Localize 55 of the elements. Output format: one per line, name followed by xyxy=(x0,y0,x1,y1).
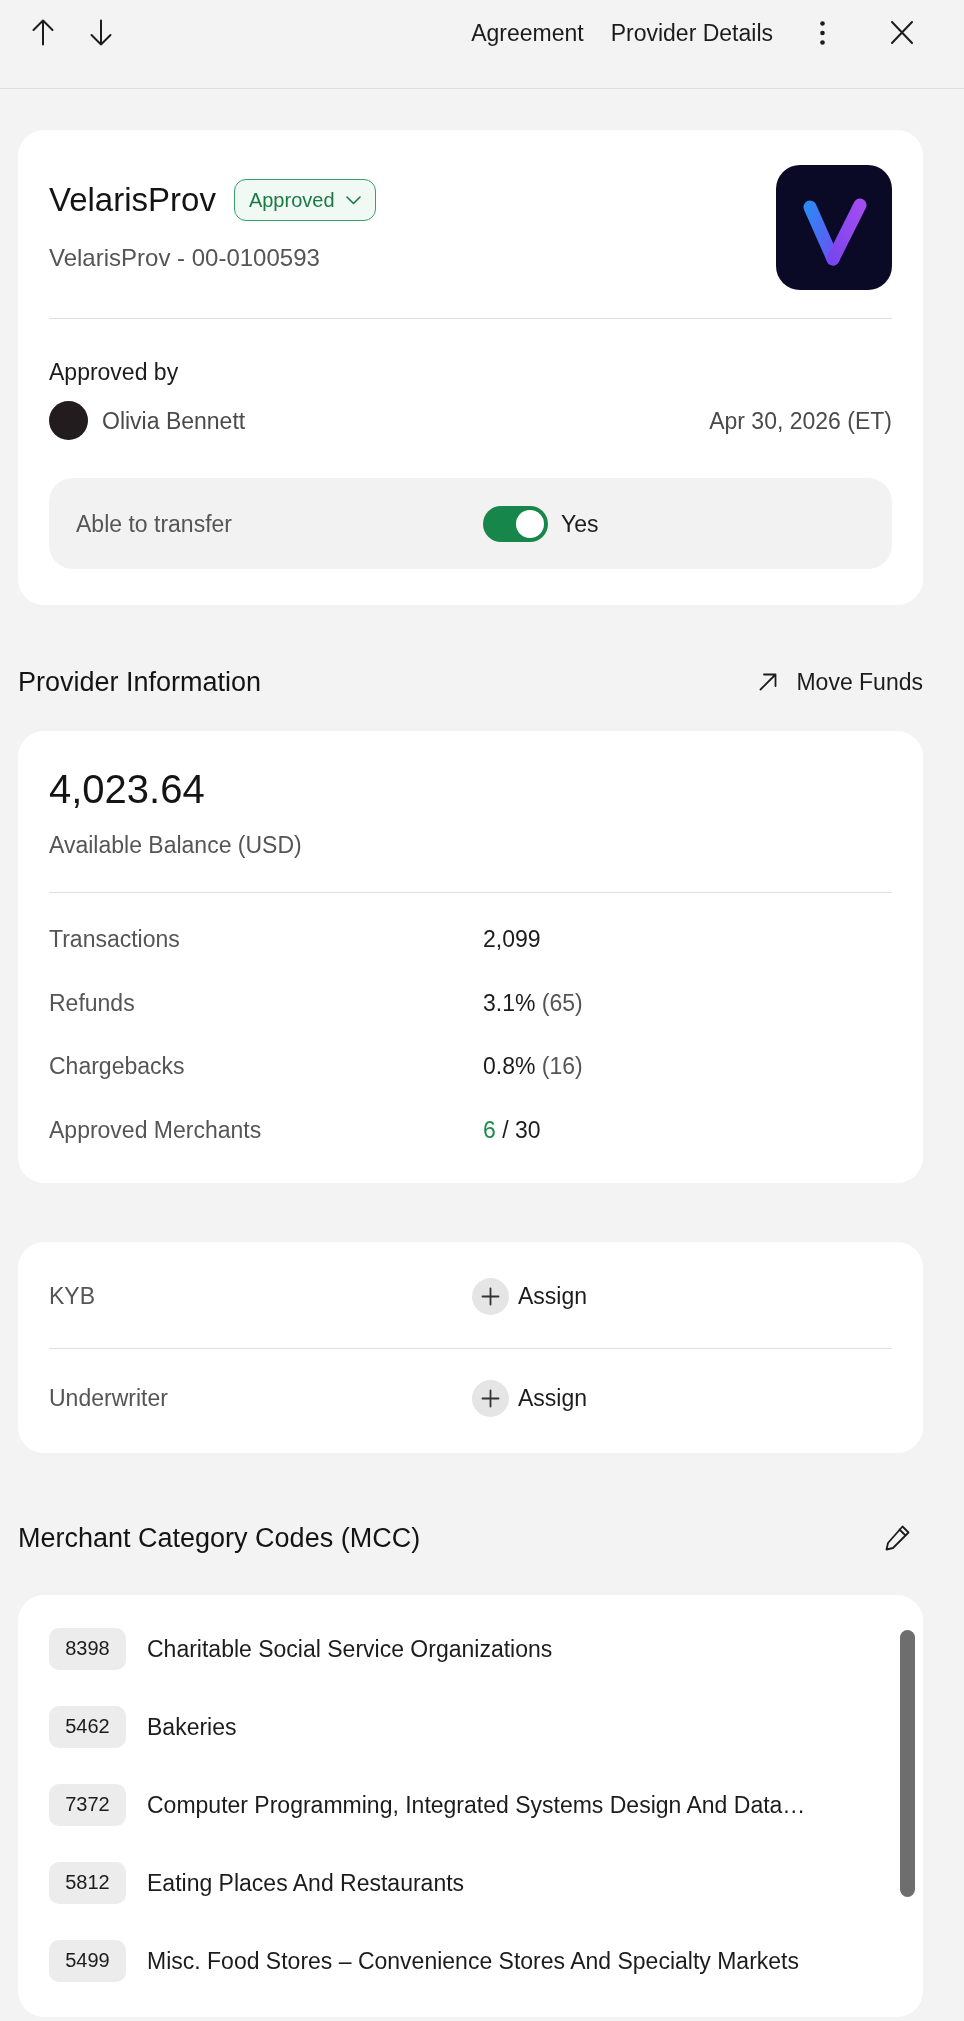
stat-value: 2,099 xyxy=(483,925,541,953)
edit-button[interactable] xyxy=(885,1524,910,1551)
stat-value: 0.8% (16) xyxy=(483,1052,583,1080)
assignment-label: Underwriter xyxy=(49,1384,168,1412)
stat-label: Approved Merchants xyxy=(49,1115,262,1144)
scrollbar[interactable] xyxy=(900,1629,915,1897)
header-link[interactable]: Agreement xyxy=(471,18,584,47)
move-funds-button[interactable]: Move Funds xyxy=(759,668,923,696)
plus-icon xyxy=(472,1277,509,1315)
mcc-name: Bakeries xyxy=(147,1712,237,1741)
stat-label: Refunds xyxy=(49,988,135,1017)
stat-value: 6 / 30 xyxy=(483,1115,541,1144)
more-icon xyxy=(820,20,825,45)
mcc-code: 7372 xyxy=(49,1783,126,1826)
assignment-label: KYB xyxy=(49,1282,96,1310)
mcc-name: Misc. Food Stores – Convenience Stores And Specialty Markets xyxy=(147,1946,799,1975)
mcc-name: Charitable Social Service Organizations xyxy=(147,1634,553,1663)
assign-button[interactable]: Assign xyxy=(472,1277,588,1315)
section-title: Provider Information xyxy=(18,666,262,698)
balance-label: Available Balance (USD) xyxy=(49,831,302,859)
approval-date: Apr 30, 2026 (ET) xyxy=(709,406,892,435)
provider-id: VelarisProv - 00-0100593 xyxy=(49,244,320,272)
mcc-code: 5812 xyxy=(49,1861,126,1904)
status-dropdown[interactable]: Approved xyxy=(233,179,376,221)
mcc-name: Computer Programming, Integrated Systems Design And Data… xyxy=(147,1790,806,1819)
logo-icon xyxy=(776,165,892,290)
stat-label: Transactions xyxy=(49,925,180,953)
provider-name: VelarisProv xyxy=(49,180,216,220)
avatar-icon xyxy=(49,401,88,440)
arrow-up-button[interactable] xyxy=(32,19,54,46)
more-button[interactable] xyxy=(820,20,825,45)
transfer-value: Yes xyxy=(561,509,599,538)
mcc-code: 5499 xyxy=(49,1939,126,1982)
plus-icon xyxy=(472,1379,509,1417)
mcc-code: 8398 xyxy=(49,1627,126,1670)
header-link[interactable]: Provider Details xyxy=(610,18,773,47)
stat-value: 3.1% (65) xyxy=(483,988,583,1017)
arrow-up-right-icon xyxy=(759,673,778,691)
stat-label: Chargebacks xyxy=(49,1052,185,1080)
arrow-down-button[interactable] xyxy=(90,19,112,46)
mcc-name: Eating Places And Restaurants xyxy=(147,1868,465,1897)
arrow-down-icon xyxy=(90,19,112,46)
approved-by-label: Approved by xyxy=(49,358,179,386)
chevron-down-icon xyxy=(345,195,361,205)
pencil-icon xyxy=(885,1524,910,1551)
balance-amount: 4,023.64 xyxy=(49,766,205,812)
transfer-toggle[interactable] xyxy=(483,505,548,542)
transfer-label: Able to transfer xyxy=(76,509,232,538)
approver-name: Olivia Bennett xyxy=(102,406,246,435)
close-button[interactable] xyxy=(891,21,913,44)
section-title: Merchant Category Codes (MCC) xyxy=(18,1521,421,1554)
close-icon xyxy=(891,21,913,44)
assign-button[interactable]: Assign xyxy=(472,1379,588,1417)
mcc-code: 5462 xyxy=(49,1705,126,1748)
arrow-up-icon xyxy=(32,19,54,46)
